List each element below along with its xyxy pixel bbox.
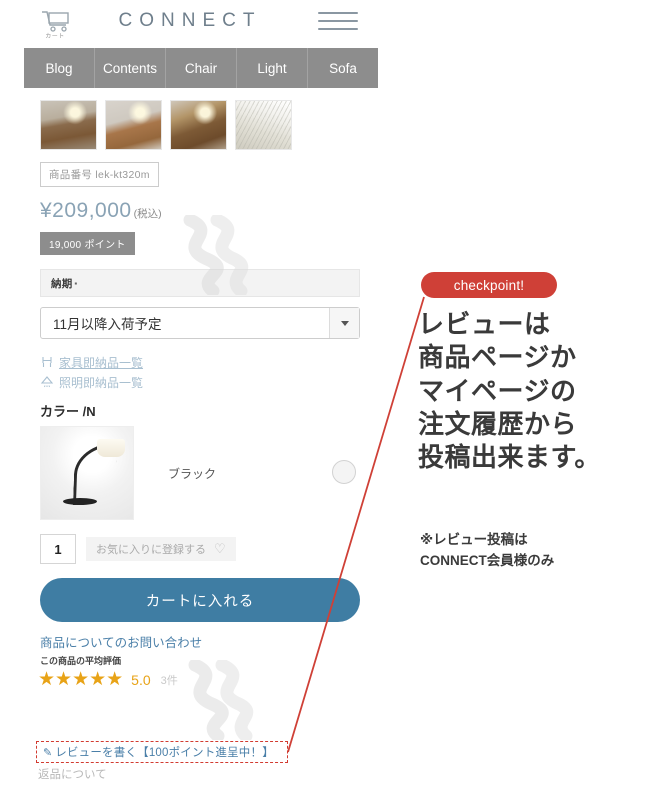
site-header: カート CONNECT: [0, 0, 380, 48]
delivery-section-label: 納期: [51, 277, 73, 290]
rating-caption: この商品の平均評価: [40, 656, 122, 666]
price-row: ¥209,000 (税込): [40, 199, 380, 223]
quantity-input[interactable]: 1: [40, 534, 76, 564]
quantity-and-favorite-row: 1 お気に入りに登録する ♡: [40, 534, 380, 564]
write-review-link-highlight[interactable]: ✎ レビューを書く【100ポイント進呈中！】: [36, 741, 288, 763]
rating-count: 3件: [160, 674, 178, 687]
nav-tab-blog[interactable]: Blog: [24, 48, 95, 88]
required-mark-icon: ▪: [74, 278, 78, 288]
product-thumbnail[interactable]: [170, 100, 227, 150]
delivery-select[interactable]: 11月以降入荷予定: [40, 307, 360, 339]
pencil-icon: ✎: [43, 746, 53, 759]
cart-label: カート: [45, 34, 65, 40]
nav-tab-light[interactable]: Light: [237, 48, 308, 88]
product-price: ¥209,000: [40, 199, 132, 222]
chair-icon: [42, 357, 52, 367]
mobile-site-column: カート CONNECT Blog Contents Chair Light So…: [0, 0, 380, 800]
stock-link-lighting-label[interactable]: 照明即納品一覧: [59, 374, 143, 391]
nav-tab-contents[interactable]: Contents: [95, 48, 166, 88]
rating-value: 5.0: [131, 671, 151, 688]
product-sku-badge: 商品番号 lek-kt320m: [40, 162, 159, 187]
rating-stars: ★★★★★: [38, 669, 124, 690]
sku-label: 商品番号: [49, 169, 93, 181]
stock-link-furniture-label[interactable]: 家具即納品一覧: [59, 354, 143, 371]
product-thumbnail[interactable]: [40, 100, 97, 150]
returns-policy-link[interactable]: 返品について: [38, 766, 107, 782]
hamburger-menu-icon[interactable]: [318, 12, 358, 34]
delivery-selected-value: 11月以降入荷予定: [53, 317, 162, 332]
product-thumbnail-strip: [0, 88, 380, 150]
rating-row: ★★★★★ 5.0 3件: [38, 668, 380, 691]
product-thumbnail[interactable]: [235, 100, 292, 150]
delivery-section-header: 納期 ▪: [40, 269, 360, 297]
color-swatch-image[interactable]: [40, 426, 134, 520]
color-option-row[interactable]: ブラック: [40, 426, 360, 520]
product-thumbnail[interactable]: [105, 100, 162, 150]
add-to-favorites-button[interactable]: お気に入りに登録する ♡: [86, 537, 236, 561]
lamp-icon: [40, 376, 54, 388]
sku-value: lek-kt320m: [95, 169, 150, 181]
annotation-column: checkpoint! レビューは 商品ページか マイページの 注文履歴から 投…: [418, 0, 650, 800]
primary-nav: Blog Contents Chair Light Sofa: [24, 48, 378, 88]
write-review-link[interactable]: レビューを書く【100ポイント進呈中！】: [55, 744, 274, 760]
color-section-title: カラー /N: [40, 404, 96, 419]
nav-tab-sofa[interactable]: Sofa: [308, 48, 378, 88]
product-inquiry-link[interactable]: 商品についてのお問い合わせ: [40, 632, 380, 651]
chevron-down-icon[interactable]: [329, 308, 359, 338]
screenshot-root: カート CONNECT Blog Contents Chair Light So…: [0, 0, 650, 800]
annotation-note: ※レビュー投稿は CONNECT会員様のみ: [420, 532, 555, 568]
annotation-headline: レビューは 商品ページか マイページの 注文履歴から 投稿出来ます。: [418, 309, 601, 473]
points-badge: 19,000 ポイント: [40, 232, 135, 255]
heart-icon: ♡: [214, 541, 226, 556]
favorite-label: お気に入りに登録する: [96, 544, 206, 556]
add-to-cart-button[interactable]: カートに入れる: [40, 578, 360, 622]
color-option-label: ブラック: [168, 466, 217, 481]
stock-link-furniture[interactable]: 家具即納品一覧: [40, 353, 380, 371]
color-option-radio[interactable]: [332, 460, 356, 484]
nav-tab-chair[interactable]: Chair: [166, 48, 237, 88]
stock-links: 家具即納品一覧 照明即納品一覧: [40, 353, 380, 391]
checkpoint-badge: checkpoint!: [421, 272, 557, 298]
price-tax-note: (税込): [133, 208, 162, 220]
stock-link-lighting[interactable]: 照明即納品一覧: [40, 373, 380, 391]
